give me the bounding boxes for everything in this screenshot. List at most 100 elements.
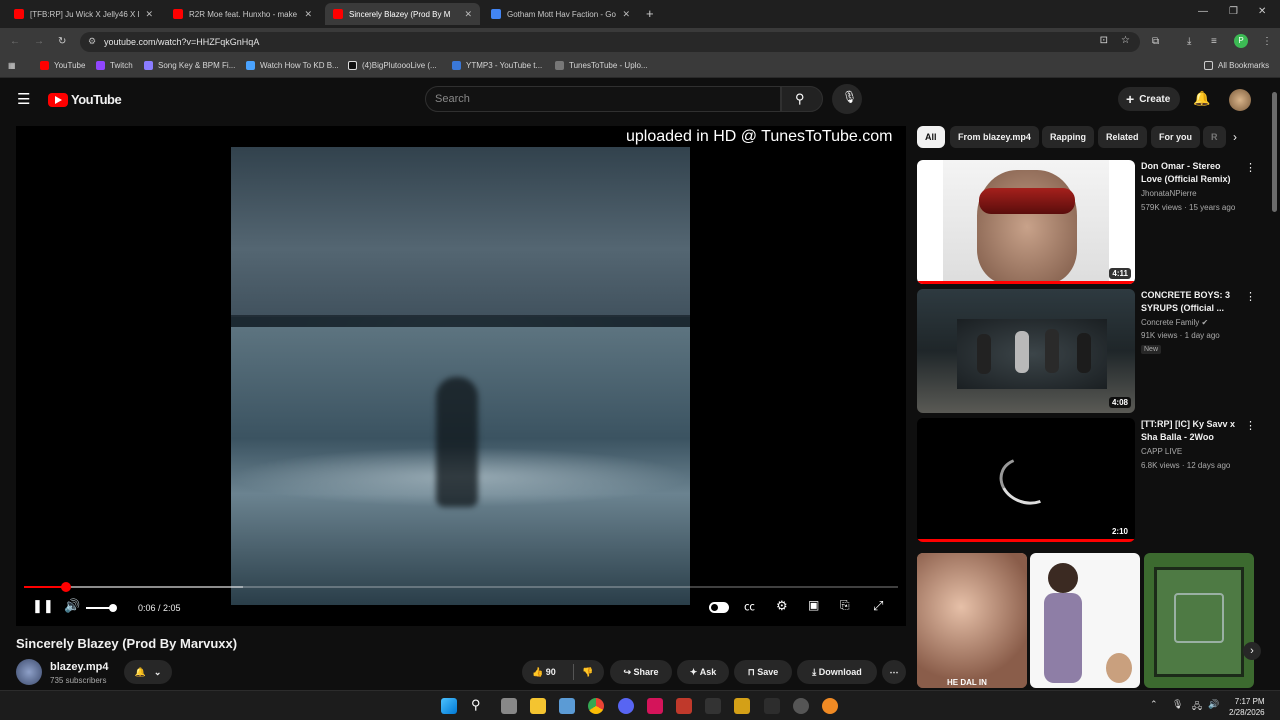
forward-icon[interactable]: → — [34, 36, 44, 47]
mic-tray-icon[interactable]: 🎙 — [1172, 699, 1183, 710]
more-options-icon[interactable]: ⋮ — [1245, 290, 1256, 303]
search-input[interactable]: Search — [425, 86, 781, 112]
recommendation-title[interactable]: CONCRETE BOYS: 3 SYRUPS (Official ... — [1141, 289, 1241, 315]
cast-icon[interactable]: ⎘ — [840, 598, 850, 613]
restore-icon[interactable]: ❐ — [1229, 6, 1238, 17]
pause-icon[interactable]: ❚❚ — [32, 598, 54, 614]
back-icon[interactable]: ← — [10, 36, 20, 47]
recommendation-title[interactable]: Don Omar - Stereo Love (Official Remix) — [1141, 160, 1241, 186]
subscription-bell-button[interactable]: 🔔 ⌄ — [124, 660, 172, 684]
chip-related[interactable]: Related — [1098, 126, 1147, 148]
tray-overflow-icon[interactable]: ⌃ — [1150, 699, 1158, 710]
browser-tab-2[interactable]: R2R Moe feat. Hunxho - make ✕ — [165, 3, 320, 25]
hamburger-menu-icon[interactable]: ☰ — [17, 90, 30, 108]
minimize-icon[interactable]: — — [1198, 6, 1208, 17]
channel-avatar[interactable] — [16, 659, 42, 685]
chip-from-channel[interactable]: From blazey.mp4 — [950, 126, 1039, 148]
more-options-icon[interactable]: ⋮ — [1245, 419, 1256, 432]
bookmark-watch-kd[interactable]: Watch How To KD B... — [246, 61, 339, 70]
short-thumbnail-2[interactable] — [1030, 553, 1140, 688]
page-scrollbar[interactable] — [1269, 80, 1280, 690]
yellow-app-icon[interactable] — [734, 698, 750, 714]
downloads-icon[interactable]: ⤓ — [1187, 36, 1191, 47]
file-explorer-icon[interactable] — [530, 698, 546, 714]
ask-button[interactable]: ✦ Ask — [677, 660, 729, 684]
bookmark-tunestotube[interactable]: TunesToTube - Uplo... — [555, 61, 648, 70]
address-bar[interactable]: ⚙ youtube.com/watch?v=HHZFqkGnHqA ⊡ ☆ — [80, 32, 1140, 52]
photos-icon[interactable] — [559, 698, 575, 714]
recommendation-thumbnail[interactable]: 2:10 — [917, 418, 1135, 542]
channel-name[interactable]: blazey.mp4 — [50, 661, 109, 673]
youtube-logo[interactable]: YouTube — [48, 92, 122, 107]
chip-all[interactable]: All — [917, 126, 945, 148]
bookmark-song-key[interactable]: Song Key & BPM Fi... — [144, 61, 235, 70]
close-tab-icon[interactable]: ✕ — [304, 9, 312, 20]
bookmark-ytmp3[interactable]: YTMP3 - YouTube t... — [452, 61, 542, 70]
recommendation-channel[interactable]: Concrete Family ✔ — [1141, 318, 1208, 327]
recommendation-thumbnail[interactable]: 4:08 — [917, 289, 1135, 413]
media-control-icon[interactable]: ≡ — [1211, 36, 1217, 47]
browser-tab-1[interactable]: [TFB:RP] Ju Wick X Jelly46 X Eli ✕ — [6, 3, 161, 25]
new-tab-button[interactable]: + — [646, 6, 654, 21]
taskbar-search-icon[interactable]: ⚲ — [471, 697, 481, 713]
all-bookmarks-folder[interactable]: All Bookmarks — [1204, 61, 1269, 70]
chip-for-you[interactable]: For you — [1151, 126, 1200, 148]
more-actions-button[interactable]: ⋯ — [882, 660, 906, 684]
notifications-bell-icon[interactable]: 🔔 — [1193, 90, 1210, 107]
save-button[interactable]: ⊓ Save — [734, 660, 792, 684]
video-player[interactable]: uploaded in HD @ TunesToTube.com ❚❚ 🔊 0:… — [16, 126, 906, 626]
fl-studio-icon[interactable] — [822, 698, 838, 714]
search-button[interactable]: ⚲ — [781, 86, 823, 112]
discord-icon[interactable] — [618, 698, 634, 714]
window-close-icon[interactable]: ✕ — [1258, 6, 1266, 17]
speaker-icon[interactable]: 🔊 — [1208, 699, 1219, 710]
steam-icon[interactable] — [793, 698, 809, 714]
close-tab-icon[interactable]: ✕ — [622, 9, 630, 20]
site-info-icon[interactable]: ⚙ — [88, 36, 96, 47]
scrubber-knob[interactable] — [60, 582, 71, 592]
dislike-button[interactable]: 👎 — [582, 667, 593, 678]
scrollbar-thumb[interactable] — [1272, 92, 1277, 212]
bookmark-twitch[interactable]: Twitch — [96, 61, 133, 70]
voice-search-button[interactable]: 🎙 — [832, 84, 862, 114]
close-tab-icon[interactable]: ✕ — [145, 9, 153, 20]
windows-start-icon[interactable] — [441, 698, 457, 714]
chips-next-chevron-icon[interactable]: › — [1233, 130, 1237, 144]
bookmark-star-icon[interactable]: ☆ — [1121, 35, 1130, 46]
browser-tab-3-active[interactable]: Sincerely Blazey (Prod By M ✕ — [325, 3, 480, 25]
recommendation-title[interactable]: [TT:RP] [IC] Ky Savv x Sha Balla - 2Woo — [1141, 418, 1241, 444]
bookmark-youtube[interactable]: YouTube — [40, 61, 85, 70]
task-view-icon[interactable] — [501, 698, 517, 714]
short-thumbnail-1[interactable]: HE DAL IN — [917, 553, 1027, 688]
fullscreen-icon[interactable]: ⤢ — [873, 598, 883, 614]
like-button[interactable]: 👍 90 — [532, 667, 556, 678]
profile-avatar[interactable]: P — [1234, 34, 1248, 48]
share-button[interactable]: ↪ Share — [610, 660, 672, 684]
install-icon[interactable]: ⊡ — [1100, 35, 1108, 46]
extensions-icon[interactable]: ⧉ — [1152, 36, 1159, 47]
shorts-next-chevron-icon[interactable]: › — [1243, 642, 1261, 660]
app-icon[interactable] — [705, 698, 721, 714]
app-icon[interactable] — [764, 698, 780, 714]
download-button[interactable]: ⤓ Download — [797, 660, 877, 684]
more-options-icon[interactable]: ⋮ — [1245, 161, 1256, 174]
system-clock[interactable]: 7:17 PM 2/28/2026 — [1229, 696, 1265, 718]
chip-rapping[interactable]: Rapping — [1042, 126, 1094, 148]
volume-icon[interactable]: 🔊 — [64, 598, 80, 614]
short-thumbnail-3[interactable] — [1144, 553, 1254, 688]
browser-menu-icon[interactable]: ⋮ — [1262, 36, 1272, 47]
reload-icon[interactable]: ↻ — [58, 36, 66, 47]
red-app-icon[interactable] — [676, 698, 692, 714]
adobe-icon[interactable] — [647, 698, 663, 714]
chrome-icon[interactable] — [588, 698, 604, 714]
bookmark-bigplutooo[interactable]: (4)BigPlutoooLive (... — [348, 61, 437, 70]
recommendation-channel[interactable]: CAPP LIVE — [1141, 447, 1182, 456]
progress-bar[interactable] — [24, 582, 898, 592]
apps-grid-icon[interactable]: ▦ — [8, 61, 16, 70]
network-icon[interactable]: 🖧 — [1192, 699, 1202, 715]
miniplayer-icon[interactable]: ▣ — [808, 598, 819, 612]
close-tab-icon[interactable]: ✕ — [464, 9, 472, 20]
recommendation-thumbnail[interactable]: 4:11 — [917, 160, 1135, 284]
user-avatar[interactable] — [1229, 89, 1251, 111]
volume-knob[interactable] — [109, 604, 117, 612]
